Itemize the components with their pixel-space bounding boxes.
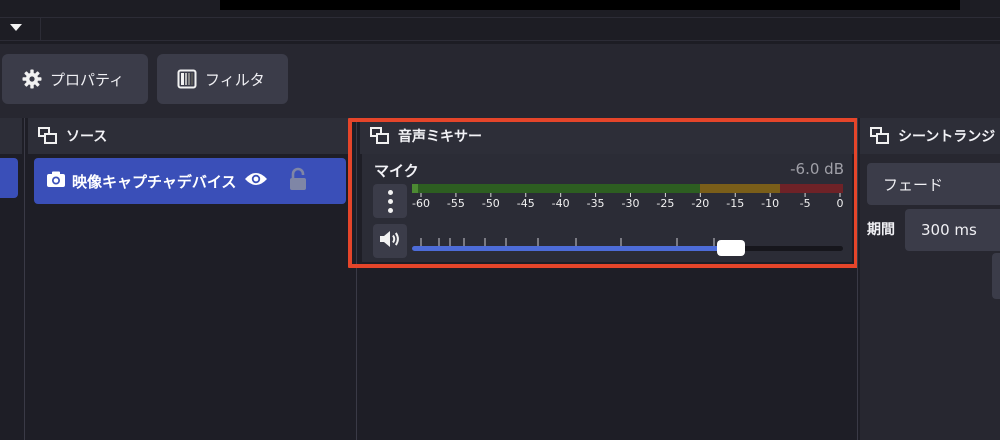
source-toolbar: [0, 44, 1000, 118]
dock-float-icon[interactable]: [870, 127, 890, 145]
properties-button[interactable]: プロパティ: [2, 54, 148, 104]
caret-down-icon[interactable]: [10, 24, 22, 31]
source-label: 映像キャプチャデバイス: [72, 172, 237, 191]
eye-icon[interactable]: [244, 171, 268, 191]
transitions-title: シーントランジ: [898, 129, 996, 145]
sources-dock-header: ソース: [28, 118, 352, 154]
scenes-dock: [0, 118, 22, 440]
duration-input[interactable]: 300 ms: [905, 209, 1000, 251]
dock-separator[interactable]: [857, 118, 858, 440]
highlight-box: [348, 118, 858, 268]
dock-separator[interactable]: [24, 118, 25, 440]
filters-label: フィルタ: [205, 70, 265, 89]
dock-header: [0, 118, 22, 154]
filter-icon: [177, 69, 197, 89]
transitions-dock-header: シーントランジ: [860, 118, 1000, 154]
dock-float-icon[interactable]: [38, 127, 58, 145]
transition-select[interactable]: フェード: [867, 163, 1000, 205]
duration-label: 期間: [867, 222, 895, 238]
source-item[interactable]: 映像キャプチャデバイス: [34, 158, 346, 204]
gear-icon: [22, 69, 42, 89]
unlock-icon[interactable]: [288, 167, 308, 195]
transition-select-value: フェード: [883, 175, 944, 194]
camera-icon: [46, 170, 66, 192]
divider: [0, 40, 1000, 41]
filters-button[interactable]: フィルタ: [157, 54, 288, 104]
duration-value: 300 ms: [921, 221, 977, 239]
sources-title: ソース: [66, 129, 108, 145]
divider: [40, 18, 41, 40]
divider: [0, 17, 1000, 18]
selected-scene[interactable]: [0, 158, 18, 198]
properties-label: プロパティ: [50, 70, 125, 89]
transition-properties-button[interactable]: [992, 253, 1000, 299]
preview-area: [220, 0, 960, 10]
sources-dock: ソース 映像キャプチャデバイス: [28, 118, 352, 440]
